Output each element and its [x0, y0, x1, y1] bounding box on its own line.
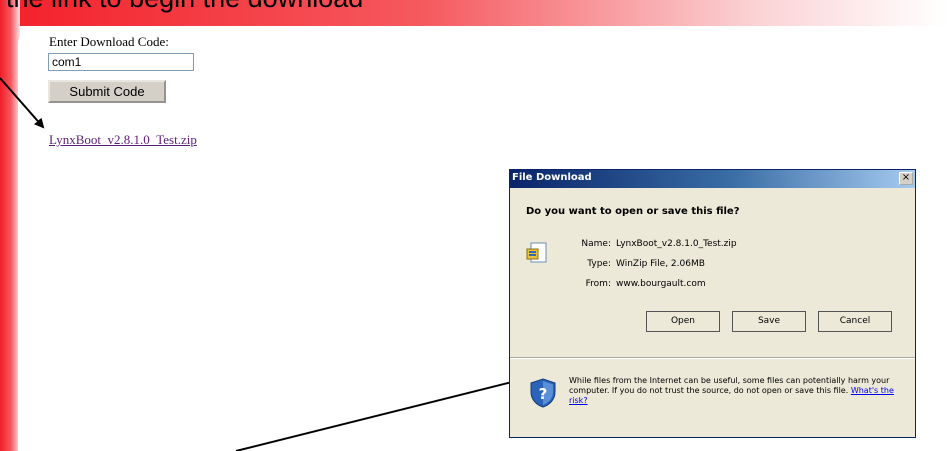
file-type-key: Type:: [587, 259, 611, 269]
file-name-row: Name: LynxBoot_v2.8.1.0_Test.zip: [550, 239, 890, 251]
shield-question-icon: ?: [530, 378, 556, 408]
file-type-value: WinZip File, 2.06MB: [616, 259, 705, 269]
arrow-to-link: [0, 77, 45, 129]
file-from-row: From: www.bourgault.com: [550, 279, 890, 291]
security-warning-text: While files from the Internet can be use…: [569, 376, 890, 395]
file-from-key: From:: [585, 279, 611, 289]
file-download-dialog: File Download × Do you want to open or s…: [509, 169, 916, 438]
dialog-divider: [510, 357, 915, 359]
dialog-title: File Download: [512, 172, 592, 183]
zip-file-icon: [526, 242, 547, 263]
svg-text:?: ?: [539, 385, 548, 403]
dialog-titlebar: File Download ×: [510, 170, 915, 188]
file-name-value: LynxBoot_v2.8.1.0_Test.zip: [616, 239, 737, 249]
file-from-value: www.bourgault.com: [616, 279, 706, 289]
open-button[interactable]: Open: [646, 311, 720, 332]
file-name-key: Name:: [581, 239, 611, 249]
file-type-row: Type: WinZip File, 2.06MB: [550, 259, 890, 271]
save-button[interactable]: Save: [732, 311, 806, 332]
dialog-question: Do you want to open or save this file?: [526, 206, 740, 217]
cancel-button[interactable]: Cancel: [818, 311, 892, 332]
close-icon[interactable]: ×: [899, 172, 913, 185]
security-warning: While files from the Internet can be use…: [569, 376, 904, 406]
